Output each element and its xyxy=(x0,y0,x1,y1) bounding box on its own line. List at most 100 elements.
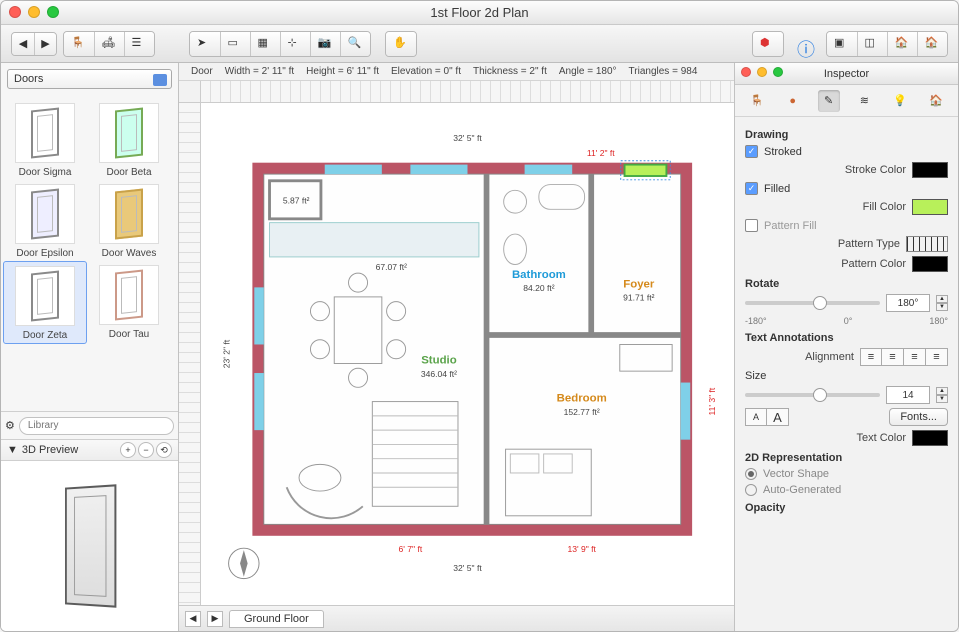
vector-shape-radio[interactable] xyxy=(745,468,757,480)
library-item-door-beta[interactable]: Door Beta xyxy=(87,99,171,180)
mode-sofa-button[interactable]: 🛋 xyxy=(94,32,124,56)
tool-select-button[interactable]: ➤ xyxy=(190,32,220,56)
layout-3d-left-button[interactable]: 🏠 xyxy=(887,32,917,56)
pencil-icon: ✎ xyxy=(824,94,833,107)
tool-room-button[interactable]: ▦ xyxy=(250,32,280,56)
library-category-select[interactable]: Doors xyxy=(7,69,172,89)
inspector-close[interactable] xyxy=(741,67,751,77)
text-color-swatch[interactable] xyxy=(912,430,948,446)
stroke-color-swatch[interactable] xyxy=(912,162,948,178)
window-minimize[interactable] xyxy=(28,6,40,18)
compass-icon xyxy=(229,548,259,578)
auto-generated-radio[interactable] xyxy=(745,484,757,496)
pattern-color-swatch[interactable] xyxy=(912,256,948,272)
section-opacity: Opacity xyxy=(745,502,948,514)
tool-dimension-button[interactable]: ⊹ xyxy=(280,32,310,56)
dim-left: 23' 2" ft xyxy=(222,339,232,368)
size-value[interactable]: 14 xyxy=(886,386,930,404)
dim-bottom-left: 6' 7" ft xyxy=(399,544,423,554)
chair-icon: 🪑 xyxy=(750,94,764,107)
room-studio: Studio xyxy=(421,355,457,367)
library-item-door-epsilon[interactable]: Door Epsilon xyxy=(3,180,87,261)
sphere-icon: ● xyxy=(789,95,796,107)
inspector-tab-text[interactable]: ≋ xyxy=(853,90,875,112)
library-item-door-tau[interactable]: Door Tau xyxy=(87,261,171,344)
size-step-up[interactable]: ▲ xyxy=(936,387,948,395)
library-settings-icon[interactable]: ⚙ xyxy=(5,419,15,432)
library-item-door-zeta[interactable]: Door Zeta xyxy=(3,261,87,344)
view-3d-button[interactable]: ⬢ xyxy=(753,32,783,56)
dim-top-right: 11' 2" ft xyxy=(587,148,615,158)
tool-zoom-button[interactable]: 🔍 xyxy=(340,32,370,56)
floor-next-button[interactable]: ▶ xyxy=(207,611,223,627)
info-icon: ⓘ xyxy=(797,36,813,52)
font-large-button[interactable]: A xyxy=(767,408,789,426)
fill-color-swatch[interactable] xyxy=(912,199,948,215)
room-foyer: Foyer xyxy=(623,278,655,290)
align-center-button[interactable]: ≡ xyxy=(882,348,904,366)
inspector-tab-materials[interactable]: ● xyxy=(782,90,804,112)
library-item-door-sigma[interactable]: Door Sigma xyxy=(3,99,87,180)
svg-text:346.04 ft²: 346.04 ft² xyxy=(421,369,457,379)
house-icon: 🏠 xyxy=(925,36,941,52)
align-justify-button[interactable]: ≡ xyxy=(926,348,948,366)
hand-icon: ✋ xyxy=(393,36,409,52)
size-slider[interactable] xyxy=(745,393,880,397)
rotate-value[interactable]: 180° xyxy=(886,294,930,312)
inspector-title: Inspector xyxy=(824,68,869,80)
svg-text:152.77 ft²: 152.77 ft² xyxy=(564,407,600,417)
library-search-input[interactable] xyxy=(19,417,174,435)
floor-prev-button[interactable]: ◀ xyxy=(185,611,201,627)
align-left-button[interactable]: ≡ xyxy=(860,348,882,366)
nav-forward-button[interactable]: ▶ xyxy=(34,33,56,55)
font-small-button[interactable]: A xyxy=(745,408,767,426)
floor-plan-canvas[interactable]: 32' 5" ft 11' 2" ft 23' 2" ft 11' 3" ft … xyxy=(201,103,734,605)
selected-door[interactable] xyxy=(625,165,667,176)
closet-area: 5.87 ft² xyxy=(283,196,310,206)
tool-pan-button[interactable]: ✋ xyxy=(386,32,416,56)
preview-zoom-fit[interactable]: ⟲ xyxy=(156,442,172,458)
inspector-tab-2d[interactable]: ✎ xyxy=(818,90,840,112)
shelf-icon: 🪑 xyxy=(71,36,87,52)
align-right-button[interactable]: ≡ xyxy=(904,348,926,366)
size-step-down[interactable]: ▼ xyxy=(936,395,948,403)
dim-bottom-right: 13' 9" ft xyxy=(567,544,596,554)
dimension-icon: ⊹ xyxy=(288,36,304,52)
rotate-slider[interactable] xyxy=(745,301,880,305)
window-zoom[interactable] xyxy=(47,6,59,18)
cursor-icon: ➤ xyxy=(197,36,213,52)
ruler-horizontal xyxy=(201,81,734,103)
tool-camera-button[interactable]: 📷 xyxy=(310,32,340,56)
floor-tab-ground[interactable]: Ground Floor xyxy=(229,610,324,628)
inspector-tab-object[interactable]: 🪑 xyxy=(746,90,768,112)
3d-box-icon: ▦ xyxy=(258,36,274,52)
preview-3d[interactable] xyxy=(1,461,178,631)
pattern-fill-checkbox[interactable] xyxy=(745,219,758,232)
inspector-tab-light[interactable]: 💡 xyxy=(889,90,911,112)
rotate-step-down[interactable]: ▼ xyxy=(936,303,948,311)
layout-3d-right-button[interactable]: 🏠 xyxy=(917,32,947,56)
tool-wall-button[interactable]: ▭ xyxy=(220,32,250,56)
preview-zoom-in[interactable]: + xyxy=(120,442,136,458)
fonts-button[interactable]: Fonts... xyxy=(889,408,948,426)
info-button[interactable]: ⓘ xyxy=(790,32,820,56)
inspector-zoom[interactable] xyxy=(773,67,783,77)
preview-zoom-out[interactable]: − xyxy=(138,442,154,458)
layout-split-button[interactable]: ◫ xyxy=(857,32,887,56)
nav-back-button[interactable]: ◀ xyxy=(12,33,34,55)
rotate-step-up[interactable]: ▲ xyxy=(936,295,948,303)
filled-checkbox[interactable]: ✓ xyxy=(745,182,758,195)
preview-disclosure-icon[interactable]: ▼ xyxy=(7,444,18,456)
inspector-tab-building[interactable]: 🏠 xyxy=(925,90,947,112)
pattern-type-select[interactable] xyxy=(906,236,948,252)
mode-furniture-button[interactable]: 🪑 xyxy=(64,32,94,56)
inspector-minimize[interactable] xyxy=(757,67,767,77)
status-object: Door xyxy=(191,66,213,77)
library-item-door-waves[interactable]: Door Waves xyxy=(87,180,171,261)
ruler-origin xyxy=(179,81,201,103)
stroked-checkbox[interactable]: ✓ xyxy=(745,145,758,158)
mode-list-button[interactable]: ☰ xyxy=(124,32,154,56)
preview-title: 3D Preview xyxy=(22,444,78,456)
window-close[interactable] xyxy=(9,6,21,18)
layout-2d-button[interactable]: ▣ xyxy=(827,32,857,56)
